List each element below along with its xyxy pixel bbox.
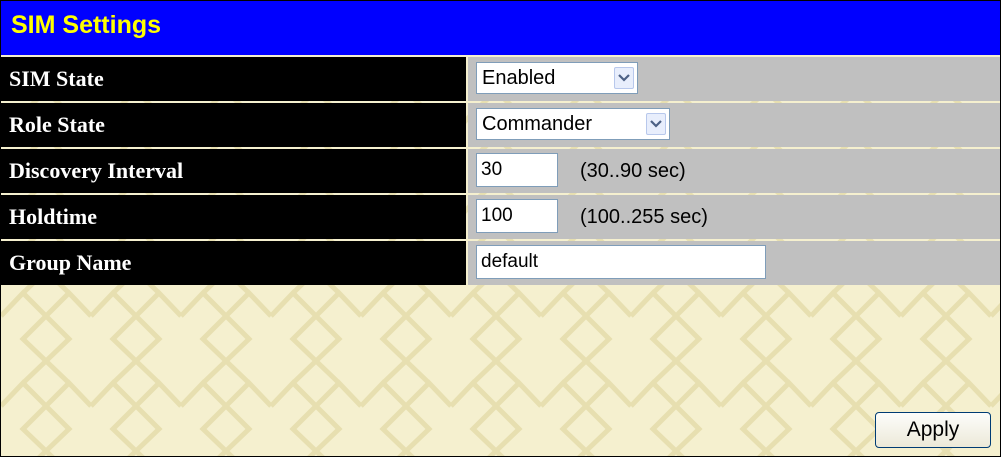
title-bar: SIM Settings xyxy=(1,1,1000,57)
group-name-row: Group Name default xyxy=(1,241,1000,285)
group-name-label: Group Name xyxy=(1,241,466,285)
role-state-label: Role State xyxy=(1,103,466,147)
sim-state-value-cell: Enabled xyxy=(468,57,1000,101)
sim-state-row: SIM State Enabled xyxy=(1,57,1000,101)
discovery-interval-hint: (30..90 sec) xyxy=(580,160,686,182)
page-title: SIM Settings xyxy=(11,11,162,39)
holdtime-row: Holdtime 100 (100..255 sec) xyxy=(1,195,1000,239)
sim-settings-panel: SIM Settings SIM State Enabled Role Stat… xyxy=(0,0,1001,457)
group-name-value-cell: default xyxy=(468,241,1000,285)
discovery-interval-row: Discovery Interval 30 (30..90 sec) xyxy=(1,149,1000,193)
group-name-input[interactable]: default xyxy=(476,245,766,279)
holdtime-value-cell: 100 (100..255 sec) xyxy=(468,195,1000,239)
chevron-down-icon[interactable] xyxy=(646,113,666,135)
sim-state-selected: Enabled xyxy=(482,67,556,89)
discovery-interval-input[interactable]: 30 xyxy=(476,153,558,187)
holdtime-hint: (100..255 sec) xyxy=(580,206,708,228)
sim-state-select[interactable]: Enabled xyxy=(476,62,638,94)
role-state-row: Role State Commander xyxy=(1,103,1000,147)
discovery-interval-value-cell: 30 (30..90 sec) xyxy=(468,149,1000,193)
role-state-selected: Commander xyxy=(482,113,593,135)
apply-button[interactable]: Apply xyxy=(875,412,991,448)
holdtime-input[interactable]: 100 xyxy=(476,199,558,233)
role-state-value-cell: Commander xyxy=(468,103,1000,147)
discovery-interval-label: Discovery Interval xyxy=(1,149,466,193)
holdtime-label: Holdtime xyxy=(1,195,466,239)
role-state-select[interactable]: Commander xyxy=(476,108,670,140)
chevron-down-icon[interactable] xyxy=(614,67,634,89)
sim-state-label: SIM State xyxy=(1,57,466,101)
